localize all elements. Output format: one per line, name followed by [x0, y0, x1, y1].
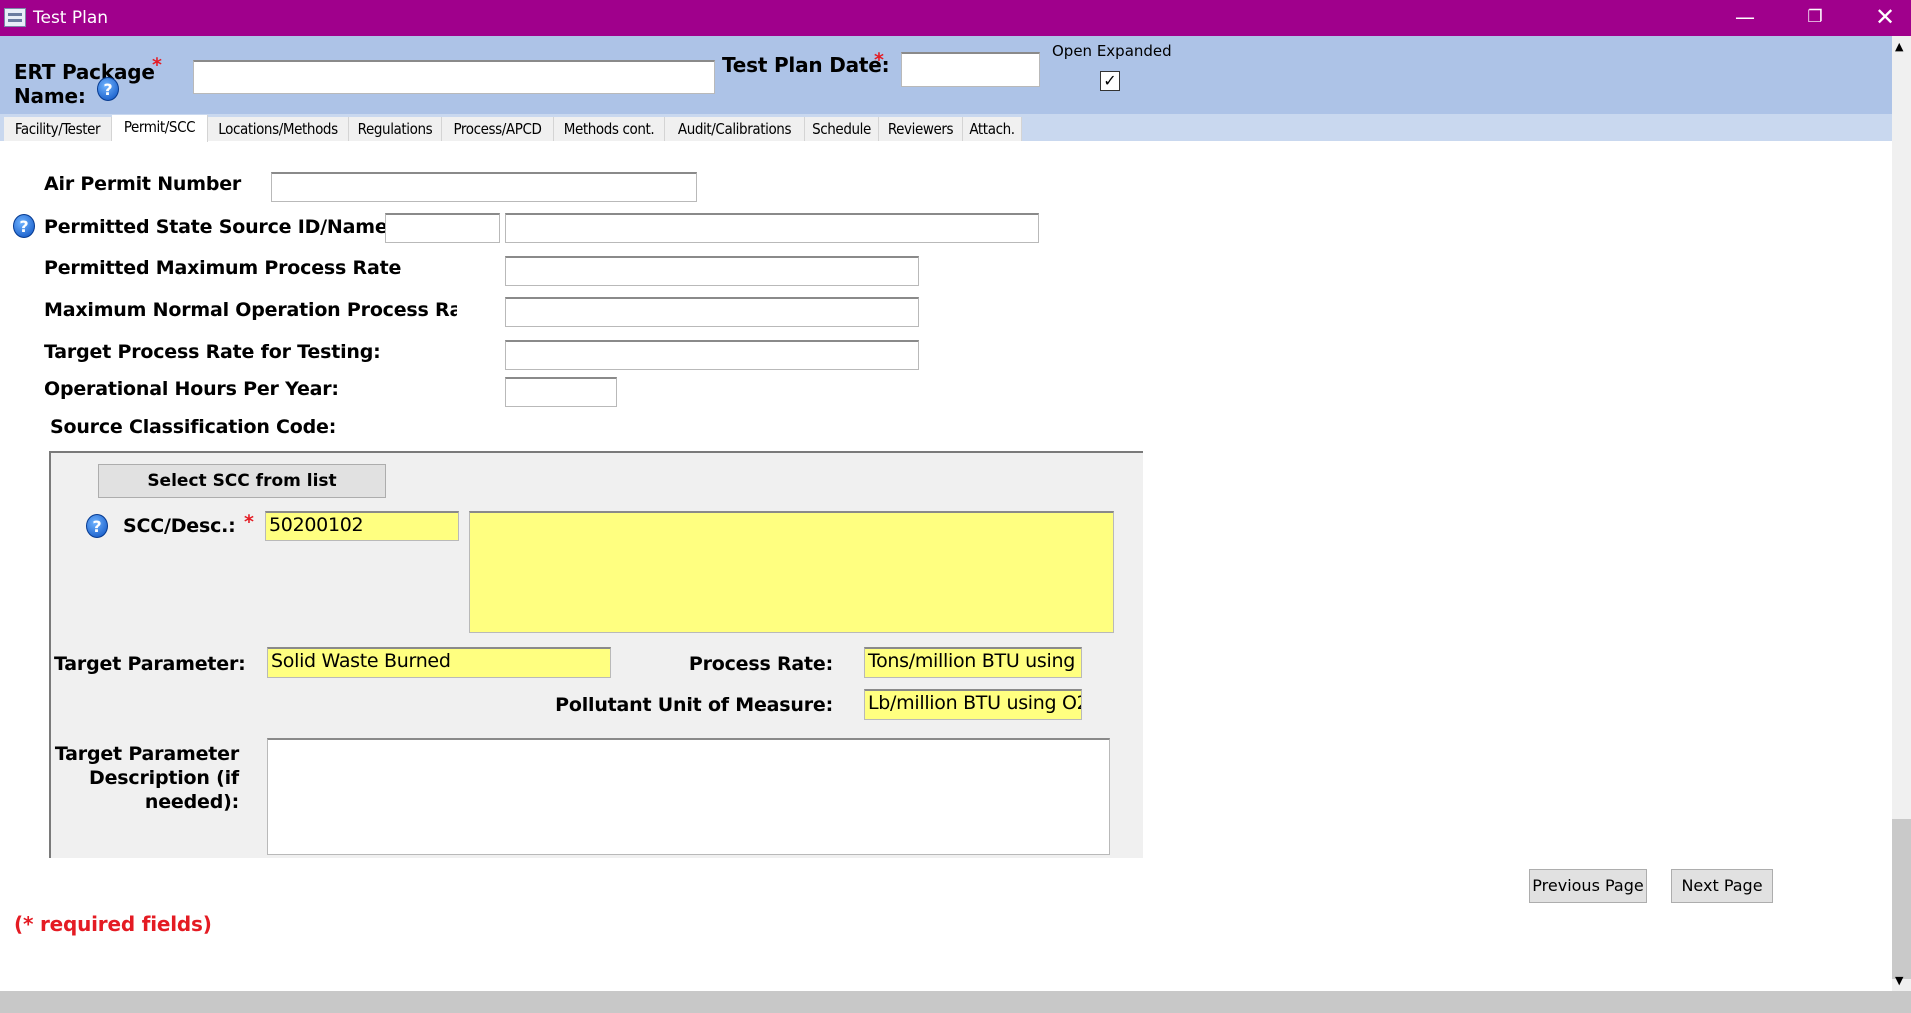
- restore-icon[interactable]: ❐: [1780, 0, 1850, 36]
- max-normal-rate-label: Maximum Normal Operation Process Rate: [44, 299, 457, 321]
- op-hours-label: Operational Hours Per Year:: [44, 378, 339, 400]
- ert-package-label: ERT Package: [14, 60, 155, 84]
- scc-code-input[interactable]: 50200102: [265, 511, 459, 541]
- max-process-rate-label: Permitted Maximum Process Rate: [44, 257, 402, 279]
- scc-desc-label: SCC/Desc.:: [123, 515, 236, 537]
- test-plan-date-input[interactable]: [901, 52, 1040, 87]
- open-expanded-checkbox[interactable]: ✓: [1100, 71, 1120, 91]
- pollutant-unit-label: Pollutant Unit of Measure:: [555, 694, 833, 716]
- target-rate-input[interactable]: [505, 340, 919, 370]
- state-source-label: Permitted State Source ID/Name: [44, 216, 388, 238]
- op-hours-input[interactable]: [505, 377, 617, 407]
- status-bar: [0, 991, 1911, 1013]
- test-plan-date-label: Test Plan Date:: [722, 53, 890, 77]
- process-rate-input[interactable]: Tons/million BTU using: [864, 647, 1082, 678]
- open-expanded-label: Open Expanded: [1052, 42, 1172, 60]
- target-parameter-input[interactable]: Solid Waste Burned: [267, 647, 611, 678]
- tab-methods-cont[interactable]: Methods cont.: [554, 117, 665, 141]
- tab-attach[interactable]: Attach.: [963, 117, 1022, 141]
- process-rate-label: Process Rate:: [688, 653, 833, 675]
- previous-page-button[interactable]: Previous Page: [1529, 869, 1647, 903]
- state-source-name-input[interactable]: [505, 213, 1039, 243]
- scc-description-input[interactable]: [469, 511, 1114, 633]
- tp-desc-label-line3: needed):: [144, 791, 239, 813]
- target-parameter-description-input[interactable]: [267, 738, 1110, 855]
- form-icon: [4, 8, 26, 27]
- scroll-up-icon[interactable]: ▲: [1895, 40, 1903, 53]
- ert-package-label-line2: Name:: [14, 84, 86, 108]
- target-parameter-label: Target Parameter:: [54, 653, 246, 675]
- tp-desc-label-line2: Description (if: [89, 767, 239, 789]
- help-icon[interactable]: ?: [13, 214, 35, 238]
- pollutant-unit-input[interactable]: Lb/million BTU using O2: [864, 689, 1082, 720]
- scc-section-label: Source Classification Code:: [50, 416, 337, 438]
- required-fields-note: (* required fields): [14, 912, 212, 936]
- title-bar: Test Plan — ❐ ✕: [0, 0, 1911, 36]
- tab-process-apcd[interactable]: Process/APCD: [442, 117, 554, 141]
- tab-audit-calibrations[interactable]: Audit/Calibrations: [665, 117, 805, 141]
- minimize-icon[interactable]: —: [1710, 0, 1780, 36]
- help-icon[interactable]: ?: [86, 514, 108, 538]
- tab-bar: Facility/Tester Permit/SCC Locations/Met…: [0, 114, 1892, 142]
- tab-permit-scc[interactable]: Permit/SCC: [112, 115, 208, 142]
- state-source-id-input[interactable]: [385, 213, 500, 243]
- air-permit-label: Air Permit Number: [44, 173, 242, 195]
- help-icon[interactable]: ?: [97, 77, 119, 101]
- air-permit-input[interactable]: [271, 172, 697, 202]
- window-title: Test Plan: [33, 8, 109, 28]
- scc-panel: Select SCC from list ? SCC/Desc.: * 5020…: [49, 451, 1143, 858]
- max-normal-rate-input[interactable]: [505, 297, 919, 327]
- scroll-down-icon[interactable]: ▼: [1895, 974, 1903, 987]
- ert-package-name-input[interactable]: [193, 60, 715, 94]
- target-rate-label: Target Process Rate for Testing:: [44, 341, 381, 363]
- scrollbar-thumb[interactable]: [1892, 819, 1911, 979]
- tab-facility-tester[interactable]: Facility/Tester: [4, 117, 112, 141]
- tab-schedule[interactable]: Schedule: [805, 117, 879, 141]
- tp-desc-label-line1: Target Parameter: [54, 743, 239, 765]
- next-page-button[interactable]: Next Page: [1671, 869, 1773, 903]
- max-process-rate-input[interactable]: [505, 256, 919, 286]
- required-asterisk: *: [874, 49, 884, 71]
- vertical-scrollbar[interactable]: ▲ ▼: [1892, 36, 1911, 991]
- required-asterisk: *: [244, 511, 254, 533]
- tab-locations-methods[interactable]: Locations/Methods: [208, 117, 349, 141]
- tab-reviewers[interactable]: Reviewers: [879, 117, 963, 141]
- tab-regulations[interactable]: Regulations: [349, 117, 442, 141]
- header-panel: ERT Package Name: * ? Test Plan Date: * …: [0, 36, 1892, 114]
- close-icon[interactable]: ✕: [1850, 0, 1911, 36]
- select-scc-button[interactable]: Select SCC from list: [98, 464, 386, 498]
- required-asterisk: *: [152, 54, 162, 76]
